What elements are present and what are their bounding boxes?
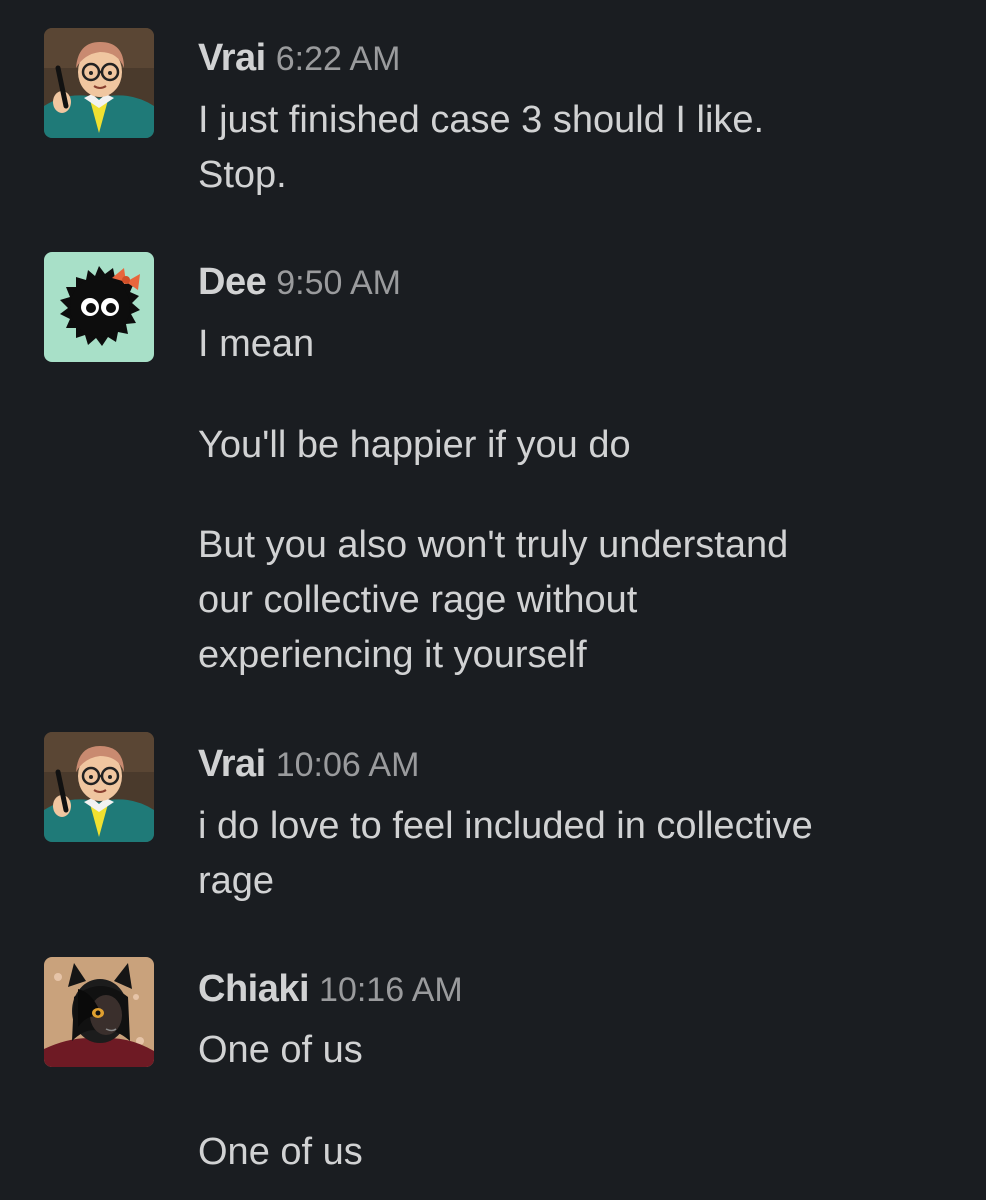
message-text: I mean (198, 323, 315, 365)
message-text: You'll be happier if you do (198, 424, 631, 466)
message: Vrai 10:06 AM i do love to feel included … (0, 732, 986, 922)
message-text: i do love to feel included in collective… (198, 805, 813, 902)
chiaki-avatar[interactable] (44, 957, 154, 1067)
soot-sprite-avatar[interactable] (44, 252, 154, 362)
message: Chiaki 10:16 AM One of us One of us (0, 957, 986, 1187)
message-header: Dee 9:50 AM (198, 254, 401, 310)
message: Dee 9:50 AM I mean You'll be happier if y… (0, 252, 986, 692)
avatar-image (44, 732, 154, 842)
avatar-image (44, 957, 154, 1067)
avatar-image (44, 252, 154, 362)
message: Vrai 6:22 AM I just finished case 3 shoul… (0, 28, 986, 228)
timestamp[interactable]: 9:50 AM (276, 264, 401, 302)
message-header: Chiaki 10:16 AM (198, 961, 463, 1017)
message-text: One of us (198, 1029, 363, 1071)
timestamp[interactable]: 10:16 AM (319, 971, 463, 1009)
timestamp[interactable]: 6:22 AM (276, 40, 401, 78)
avatar-image (44, 28, 154, 138)
message-header: Vrai 10:06 AM (198, 736, 419, 792)
author-name[interactable]: Vrai (198, 37, 266, 79)
message-text: One of us (198, 1131, 363, 1173)
message-text: But you also won't truly understand our … (198, 524, 789, 676)
message-header: Vrai 6:22 AM (198, 30, 400, 86)
vrai-avatar[interactable] (44, 732, 154, 842)
author-name[interactable]: Vrai (198, 743, 266, 785)
timestamp[interactable]: 10:06 AM (276, 746, 420, 784)
message-text: I just finished case 3 should I like. St… (198, 99, 765, 196)
author-name[interactable]: Dee (198, 261, 267, 303)
vrai-avatar[interactable] (44, 28, 154, 138)
author-name[interactable]: Chiaki (198, 968, 310, 1010)
